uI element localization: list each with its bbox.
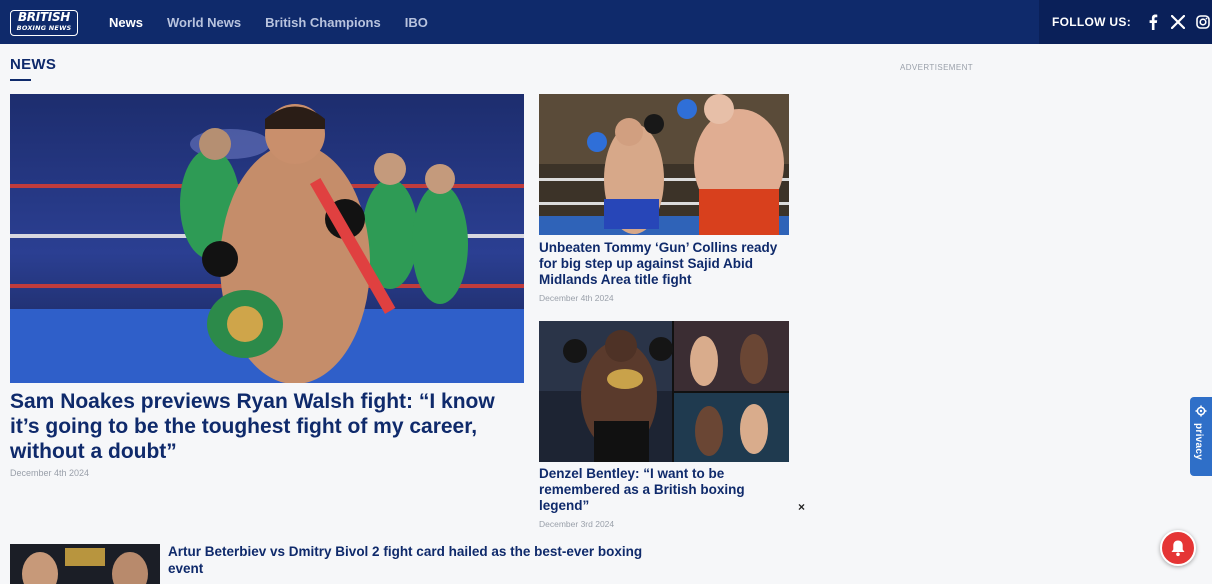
section-underline [10, 79, 31, 81]
x-icon[interactable] [1169, 13, 1187, 31]
nav-item-world-news[interactable]: World News [167, 15, 241, 30]
close-ad-button[interactable]: × [798, 500, 805, 514]
facebook-icon[interactable] [1144, 13, 1162, 31]
main-article-date: December 4th 2024 [10, 468, 90, 478]
follow-us-label: FOLLOW US: [1052, 15, 1131, 29]
follow-us-panel: FOLLOW US: [1039, 0, 1212, 44]
logo-line-1: BRITISH [17, 10, 71, 24]
advertisement-label: ADVERTISEMENT [900, 63, 974, 72]
main-article-title[interactable]: Sam Noakes previews Ryan Walsh fight: “I… [10, 389, 530, 464]
privacy-label: privacy [1193, 423, 1204, 461]
bell-icon [1171, 540, 1185, 557]
top-navigation-bar: BRITISH BOXING NEWS News World News Brit… [0, 0, 1212, 44]
side-article-2-title[interactable]: Denzel Bentley: “I want to be remembered… [539, 466, 789, 514]
nav-item-ibo[interactable]: IBO [405, 15, 428, 30]
nav-item-british-champions[interactable]: British Champions [265, 15, 381, 30]
side-article-2-date: December 3rd 2024 [539, 519, 615, 529]
logo-line-2: BOXING NEWS [16, 24, 72, 32]
main-nav: News World News British Champions IBO [109, 0, 452, 44]
nav-item-news[interactable]: News [109, 15, 143, 30]
privacy-settings-tab[interactable]: privacy [1190, 397, 1212, 476]
site-logo[interactable]: BRITISH BOXING NEWS [10, 10, 78, 36]
instagram-icon[interactable] [1194, 13, 1212, 31]
side-article-2-image[interactable] [539, 321, 789, 462]
notification-bell-button[interactable] [1160, 530, 1196, 566]
side-article-1-date: December 4th 2024 [539, 293, 614, 303]
section-title: NEWS [10, 56, 57, 73]
gear-icon [1195, 405, 1207, 417]
bottom-article-image[interactable] [10, 544, 160, 584]
side-article-1-title[interactable]: Unbeaten Tommy ‘Gun’ Collins ready for b… [539, 240, 789, 288]
main-article-image[interactable] [10, 94, 524, 383]
side-article-1-image[interactable] [539, 94, 789, 235]
bottom-article-title[interactable]: Artur Beterbiev vs Dmitry Bivol 2 fight … [168, 543, 658, 577]
